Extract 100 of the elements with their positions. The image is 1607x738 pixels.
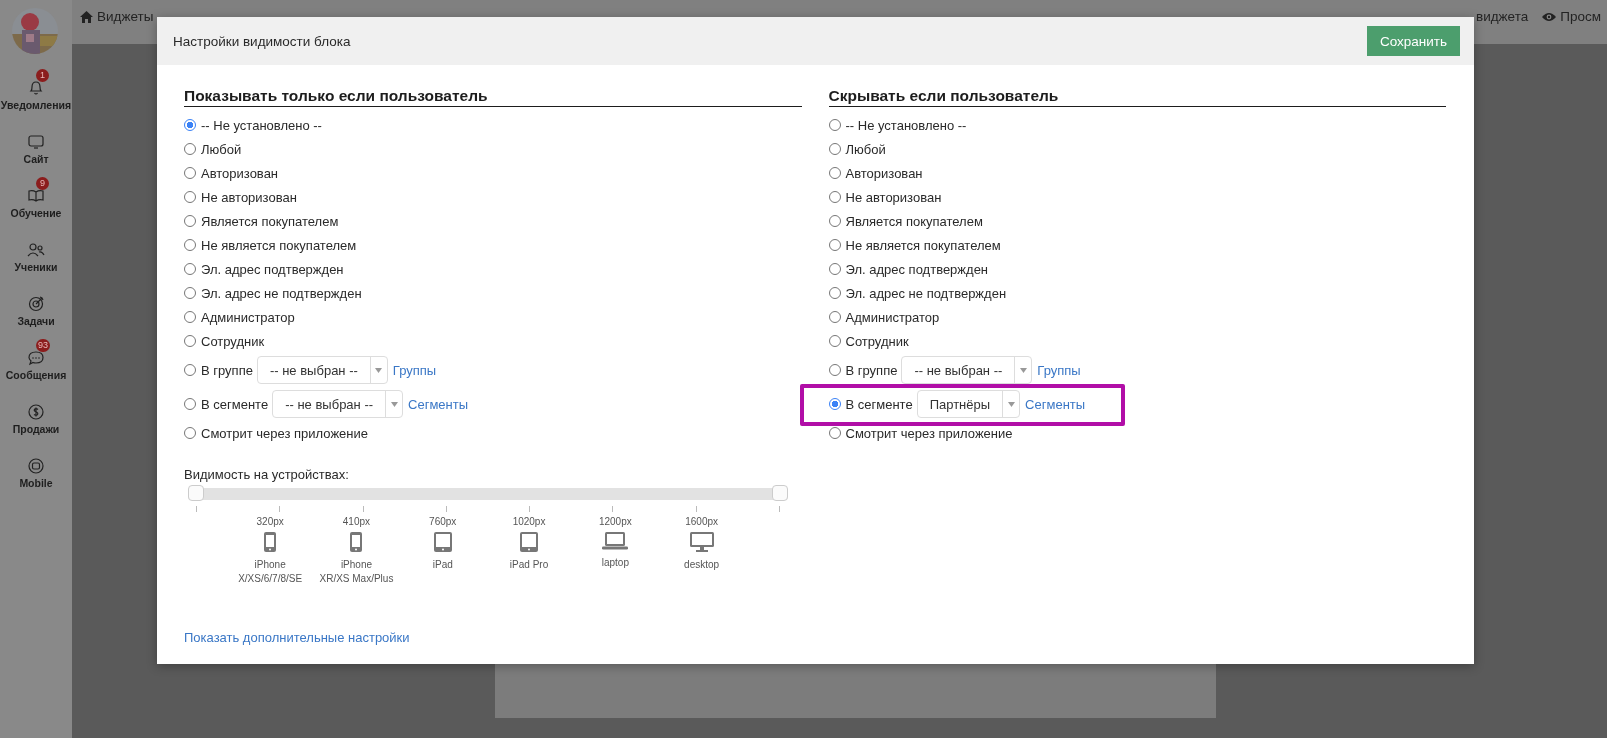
option-label[interactable]: Является покупателем bbox=[845, 213, 983, 229]
chat-icon bbox=[27, 349, 45, 367]
section-heading: Показывать только если пользователь bbox=[184, 87, 802, 107]
radio-button[interactable] bbox=[184, 239, 196, 251]
radio-button[interactable] bbox=[184, 335, 196, 347]
radio-button[interactable] bbox=[828, 143, 841, 155]
sidebar-item[interactable]: 93 Сообщения bbox=[0, 339, 72, 393]
option-label[interactable]: Любой bbox=[201, 141, 242, 157]
radio-button[interactable] bbox=[184, 427, 196, 439]
option-label[interactable]: Является покупателем bbox=[201, 213, 339, 229]
dropdown[interactable]: -- не выбран -- bbox=[256, 356, 388, 384]
width-label: 410px bbox=[342, 516, 371, 527]
link[interactable]: Сегменты bbox=[1025, 396, 1086, 412]
slider-track[interactable] bbox=[188, 488, 788, 500]
count-badge: 93 bbox=[36, 339, 50, 352]
target-icon bbox=[27, 295, 45, 313]
radio-button[interactable] bbox=[828, 119, 841, 131]
laptop-icon bbox=[602, 532, 629, 550]
sidebar-item[interactable]: Задачи bbox=[0, 285, 72, 339]
option-label[interactable]: -- Не установлено -- bbox=[845, 117, 967, 133]
radio-button[interactable] bbox=[828, 398, 841, 410]
device-name: iPhone XR/XS Max/Plus bbox=[319, 558, 394, 586]
radio-button[interactable] bbox=[184, 287, 196, 299]
option-label[interactable]: Эл. адрес не подтвержден bbox=[845, 285, 1007, 301]
slider-handle[interactable] bbox=[772, 485, 788, 501]
option-label[interactable]: -- Не установлено -- bbox=[201, 117, 322, 133]
option-label[interactable]: Не авторизован bbox=[201, 189, 297, 205]
dollar-icon bbox=[27, 403, 45, 421]
radio-button[interactable] bbox=[828, 427, 841, 439]
link[interactable]: Группы bbox=[392, 362, 437, 378]
option-label[interactable]: Авторизован bbox=[201, 165, 279, 181]
desktop-icon bbox=[689, 532, 714, 552]
option-label[interactable]: Эл. адрес не подтвержден bbox=[201, 285, 362, 301]
caret-icon bbox=[1019, 367, 1027, 373]
breadcrumb-link[interactable]: Виджеты bbox=[97, 9, 154, 24]
option-label[interactable]: Не является покупателем bbox=[845, 237, 1001, 253]
radio-button[interactable] bbox=[184, 119, 196, 131]
link[interactable]: Группы bbox=[1037, 362, 1081, 378]
width-label: 1020px bbox=[512, 516, 546, 527]
toolbar-link[interactable]: Просм bbox=[1560, 9, 1601, 24]
radio-button[interactable] bbox=[184, 311, 196, 323]
radio-button[interactable] bbox=[184, 263, 196, 275]
device-name: iPad Pro bbox=[509, 558, 549, 572]
option-label[interactable]: Эл. адрес подтвержден bbox=[201, 261, 344, 277]
count-badge: 1 bbox=[36, 69, 49, 82]
sidebar-item[interactable]: Ученики bbox=[0, 231, 72, 285]
caret-icon bbox=[390, 401, 398, 407]
sidebar-item[interactable]: 1 Уведомления bbox=[0, 69, 72, 123]
option-label[interactable]: Администратор bbox=[201, 309, 295, 325]
option-label[interactable]: В сегменте bbox=[845, 396, 913, 412]
radio-button[interactable] bbox=[184, 398, 196, 410]
radio-button[interactable] bbox=[184, 143, 196, 155]
width-label: 1600px bbox=[685, 516, 719, 527]
sidebar-item[interactable]: Mobile bbox=[0, 447, 72, 501]
radio-button[interactable] bbox=[828, 191, 841, 203]
radio-button[interactable] bbox=[828, 239, 841, 251]
toolbar-link[interactable]: виджета bbox=[1476, 9, 1529, 24]
width-label: 1200px bbox=[598, 516, 632, 527]
option-label[interactable]: Любой bbox=[845, 141, 886, 157]
link[interactable]: Сегменты bbox=[408, 396, 469, 412]
tablet-icon bbox=[520, 532, 539, 552]
radio-button[interactable] bbox=[828, 311, 841, 323]
slider-handle[interactable] bbox=[188, 485, 204, 501]
option-label[interactable]: Смотрит через приложение bbox=[845, 425, 1013, 441]
dropdown[interactable]: Партнёры bbox=[916, 390, 1021, 418]
option-label[interactable]: Эл. адрес подтвержден bbox=[845, 261, 989, 277]
radio-button[interactable] bbox=[828, 167, 841, 179]
radio-button[interactable] bbox=[828, 335, 841, 347]
option-label[interactable]: Не является покупателем bbox=[201, 237, 357, 253]
radio-button[interactable] bbox=[828, 364, 841, 376]
radio-button[interactable] bbox=[184, 167, 196, 179]
radio-button[interactable] bbox=[184, 191, 196, 203]
device-name: desktop bbox=[684, 558, 720, 572]
dropdown[interactable]: -- не выбран -- bbox=[901, 356, 1033, 384]
sidebar-label: Сайт bbox=[23, 153, 49, 165]
option-label[interactable]: Авторизован bbox=[845, 165, 923, 181]
sidebar-item[interactable]: 9 Обучение bbox=[0, 177, 72, 231]
caret-icon bbox=[1007, 401, 1015, 407]
sidebar-label: Mobile bbox=[19, 477, 53, 489]
option-label[interactable]: Администратор bbox=[845, 309, 940, 325]
option-label[interactable]: Сотрудник bbox=[845, 333, 909, 349]
radio-button[interactable] bbox=[828, 263, 841, 275]
radio-button[interactable] bbox=[184, 364, 196, 376]
sidebar-item[interactable]: Продажи bbox=[0, 393, 72, 447]
option-label[interactable]: Сотрудник bbox=[201, 333, 265, 349]
option-label[interactable]: Не авторизован bbox=[845, 189, 942, 205]
option-label[interactable]: В сегменте bbox=[201, 396, 269, 412]
option-label[interactable]: Смотрит через приложение bbox=[201, 425, 368, 441]
device-name: iPad bbox=[432, 558, 453, 572]
sidebar-item[interactable]: Сайт bbox=[0, 123, 72, 177]
option-label[interactable]: В группе bbox=[201, 362, 253, 378]
radio-button[interactable] bbox=[828, 215, 841, 227]
radio-button[interactable] bbox=[828, 287, 841, 299]
radio-button[interactable] bbox=[184, 215, 196, 227]
people-icon bbox=[27, 241, 45, 259]
dropdown[interactable]: -- не выбран -- bbox=[272, 390, 404, 418]
option-label[interactable]: В группе bbox=[845, 362, 898, 378]
eye-icon bbox=[1542, 11, 1557, 22]
bell-icon bbox=[27, 79, 45, 97]
more-settings-link[interactable]: Показать дополнительные настройки bbox=[184, 630, 410, 645]
